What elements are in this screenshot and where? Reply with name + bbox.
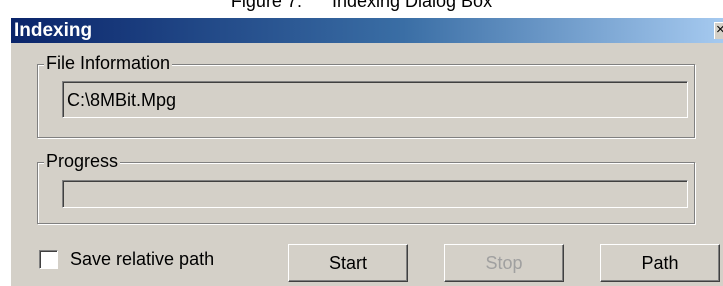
save-relative-path-label: Save relative path bbox=[70, 249, 215, 269]
close-button[interactable]: × bbox=[714, 22, 723, 39]
path-button[interactable]: Path bbox=[600, 244, 720, 282]
file-information-legend: File Information bbox=[44, 52, 173, 74]
figure-caption: Figure 7: Indexing Dialog Box bbox=[230, 0, 493, 11]
progress-bar bbox=[62, 180, 688, 208]
start-button[interactable]: Start bbox=[288, 244, 408, 282]
save-relative-path-option[interactable]: Save relative path bbox=[39, 244, 214, 274]
progress-group: Progress bbox=[37, 150, 695, 224]
close-icon: × bbox=[716, 23, 723, 38]
progress-legend: Progress bbox=[44, 150, 121, 172]
file-information-group: File Information C:\8MBit.Mpg bbox=[37, 52, 695, 138]
save-relative-path-checkbox[interactable] bbox=[39, 249, 58, 269]
file-path-field: C:\8MBit.Mpg bbox=[62, 81, 688, 118]
window-title: Indexing bbox=[14, 20, 93, 41]
file-path-value: C:\8MBit.Mpg bbox=[67, 90, 177, 110]
title-bar: Indexing × bbox=[11, 18, 723, 43]
stop-button[interactable]: Stop bbox=[444, 244, 564, 282]
indexing-dialog: Indexing × File Information C:\8MBit.Mpg… bbox=[10, 18, 723, 286]
